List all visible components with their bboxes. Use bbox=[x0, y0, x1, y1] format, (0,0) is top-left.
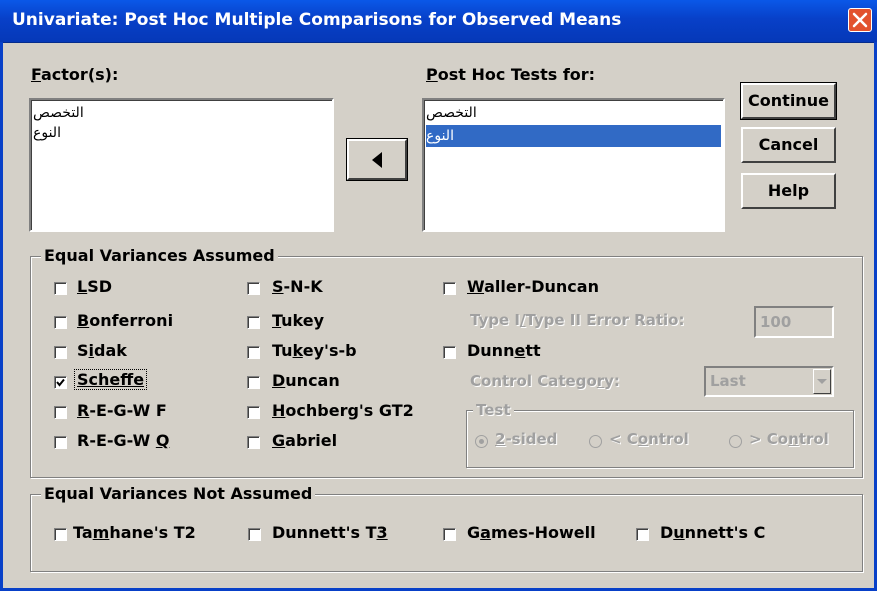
control-category-label: Control Category: bbox=[470, 372, 620, 390]
tukeys-b-label: Tukey's-b bbox=[272, 341, 357, 360]
hochberg-checkbox[interactable] bbox=[247, 406, 260, 419]
dropdown-button[interactable] bbox=[813, 369, 831, 394]
group-title: Equal Variances Assumed bbox=[41, 246, 278, 265]
duncan-label: Duncan bbox=[272, 371, 340, 390]
dunnetts-c-label: Dunnett's C bbox=[660, 523, 766, 542]
tamhane-label: Tamhane's T2 bbox=[73, 523, 196, 542]
dunnetts-c-checkbox[interactable] bbox=[636, 528, 649, 541]
less-control-radio[interactable] bbox=[589, 435, 602, 448]
lsd-checkbox[interactable] bbox=[54, 282, 67, 295]
bonferroni-checkbox[interactable] bbox=[54, 316, 67, 329]
regwf-label: R-E-G-W F bbox=[77, 401, 167, 420]
error-ratio-label: Type I/Type II Error Ratio: bbox=[470, 311, 685, 329]
help-button[interactable]: Help bbox=[741, 173, 836, 209]
waller-duncan-checkbox[interactable] bbox=[443, 282, 456, 295]
regwf-checkbox[interactable] bbox=[54, 406, 67, 419]
scheffe-label: Scheffe bbox=[73, 369, 148, 390]
tukey-label: Tukey bbox=[272, 311, 325, 330]
tukey-checkbox[interactable] bbox=[247, 316, 260, 329]
error-ratio-input[interactable]: 100 bbox=[754, 306, 834, 338]
lsd-label: LSD bbox=[77, 277, 113, 296]
tukeys-b-checkbox[interactable] bbox=[247, 346, 260, 359]
factors-list[interactable]: التخصص النوع bbox=[29, 98, 334, 232]
list-item-selected[interactable]: النوع bbox=[426, 125, 721, 147]
chevron-down-icon bbox=[817, 379, 827, 384]
dunnett-t3-checkbox[interactable] bbox=[248, 528, 261, 541]
cancel-button[interactable]: Cancel bbox=[741, 127, 836, 163]
factors-label: Factor(s): bbox=[31, 65, 119, 84]
window-title: Univariate: Post Hoc Multiple Comparison… bbox=[12, 10, 622, 30]
post-hoc-label: Post Hoc Tests for: bbox=[426, 65, 596, 84]
title-bar: Univariate: Post Hoc Multiple Comparison… bbox=[0, 0, 877, 43]
dunnett-t3-label: Dunnett's T3 bbox=[272, 523, 388, 542]
waller-duncan-label: Waller-Duncan bbox=[467, 277, 599, 296]
snk-checkbox[interactable] bbox=[247, 282, 260, 295]
gabriel-label: Gabriel bbox=[272, 431, 338, 450]
post-hoc-list[interactable]: التخصص النوع bbox=[422, 98, 725, 232]
list-item[interactable]: التخصص bbox=[426, 102, 721, 124]
group-title: Equal Variances Not Assumed bbox=[41, 484, 316, 503]
list-item[interactable]: التخصص bbox=[33, 102, 330, 124]
dunnett-label: Dunnett bbox=[467, 341, 541, 360]
move-left-button[interactable] bbox=[346, 138, 408, 181]
dunnett-checkbox[interactable] bbox=[443, 346, 456, 359]
scheffe-checkbox[interactable] bbox=[54, 376, 67, 389]
test-group-title: Test bbox=[473, 401, 514, 419]
close-button[interactable] bbox=[848, 8, 872, 32]
games-howell-checkbox[interactable] bbox=[443, 528, 456, 541]
greater-control-label: > Control bbox=[749, 430, 829, 448]
sidak-label: Sidak bbox=[77, 341, 127, 360]
arrow-left-icon bbox=[372, 152, 382, 168]
gabriel-checkbox[interactable] bbox=[247, 436, 260, 449]
greater-control-radio[interactable] bbox=[729, 435, 742, 448]
checkmark-icon bbox=[56, 378, 65, 387]
duncan-checkbox[interactable] bbox=[247, 376, 260, 389]
continue-button[interactable]: Continue bbox=[740, 82, 837, 120]
sidak-checkbox[interactable] bbox=[54, 346, 67, 359]
games-howell-label: Games-Howell bbox=[467, 523, 596, 542]
regwq-label: R-E-G-W Q bbox=[77, 431, 170, 450]
tamhane-checkbox[interactable] bbox=[54, 528, 67, 541]
two-sided-label: 2-sided bbox=[495, 430, 558, 448]
less-control-label: < Control bbox=[609, 430, 689, 448]
close-icon bbox=[852, 12, 868, 28]
hochberg-label: Hochberg's GT2 bbox=[272, 401, 414, 420]
bonferroni-label: Bonferroni bbox=[77, 311, 174, 330]
regwq-checkbox[interactable] bbox=[54, 436, 67, 449]
snk-label: S-N-K bbox=[272, 277, 323, 296]
list-item[interactable]: النوع bbox=[33, 122, 330, 144]
control-category-select[interactable]: Last bbox=[704, 366, 834, 397]
two-sided-radio[interactable] bbox=[475, 435, 488, 448]
